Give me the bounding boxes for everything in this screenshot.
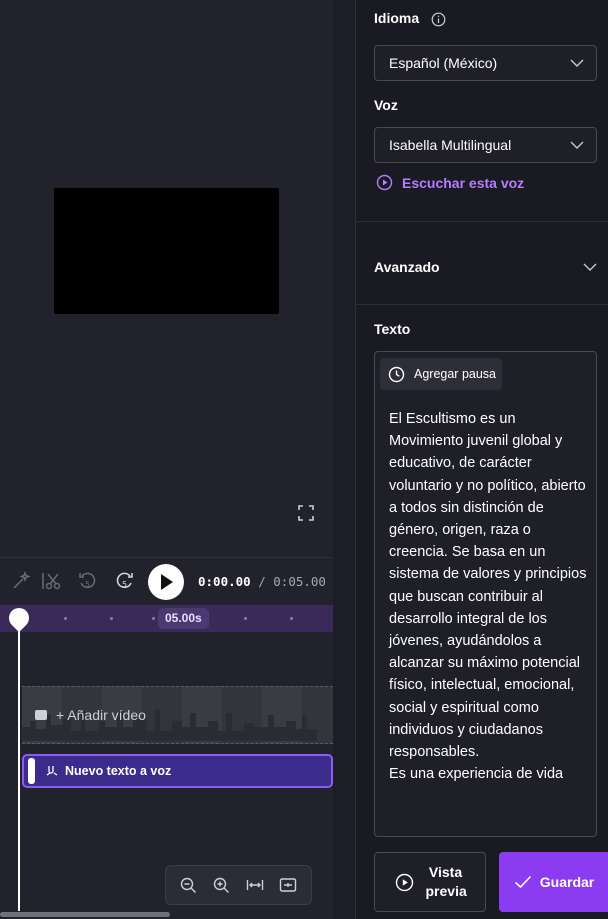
time-readout: 0:00.00 / 0:05.00 xyxy=(198,574,326,589)
info-icon[interactable] xyxy=(431,12,446,27)
check-icon xyxy=(514,875,531,889)
add-video-label: + Añadir vídeo xyxy=(56,707,146,723)
current-time: 0:00.00 xyxy=(198,574,251,589)
playhead-line[interactable] xyxy=(18,626,20,911)
timeline-ruler[interactable]: 05.00s xyxy=(0,605,333,632)
advanced-label: Avanzado xyxy=(374,259,440,275)
tts-clip-label: Nuevo texto a voz xyxy=(65,764,172,778)
ruler-tick xyxy=(64,617,67,620)
play-icon xyxy=(161,574,173,590)
video-canvas[interactable] xyxy=(54,188,279,314)
language-label: Idioma xyxy=(374,10,420,26)
text-label: Texto xyxy=(374,321,411,337)
editor-area: 5 5 0:00.00 / 0:05.00 05.00s + Añadir ví… xyxy=(0,0,333,919)
svg-text:5: 5 xyxy=(122,580,127,589)
voice-select[interactable]: Isabella Multilingual xyxy=(374,127,597,163)
chevron-down-icon xyxy=(570,59,584,67)
chevron-down-icon xyxy=(570,141,584,149)
fit-width-icon[interactable] xyxy=(245,875,265,895)
ruler-tick xyxy=(152,617,155,620)
total-time: / 0:05.00 xyxy=(258,574,326,589)
video-track[interactable]: + Añadir vídeo xyxy=(22,686,333,744)
tts-clip-label-wrap: Nuevo texto a voz xyxy=(45,764,171,778)
tts-settings-panel: Idioma Español (México) Voz Isabella Mul… xyxy=(355,0,608,919)
rewind-5s-icon[interactable]: 5 xyxy=(76,570,98,592)
add-pause-label: Agregar pausa xyxy=(414,367,497,381)
ruler-tick xyxy=(290,617,293,620)
playback-controls: 5 5 0:00.00 / 0:05.00 xyxy=(0,557,333,605)
language-select-value: Español (México) xyxy=(389,55,498,71)
tts-clip[interactable]: Nuevo texto a voz xyxy=(22,754,333,788)
play-button[interactable] xyxy=(148,564,184,600)
chevron-down-icon xyxy=(583,263,597,271)
svg-text:5: 5 xyxy=(85,580,90,589)
save-button-label: Guardar xyxy=(539,874,595,890)
clock-icon xyxy=(388,366,405,382)
play-circle-icon xyxy=(376,174,393,191)
ruler-time-label: 05.00s xyxy=(158,608,209,629)
script-textarea[interactable]: Agregar pausa El Escultismo es un Movimi… xyxy=(374,351,597,837)
text-to-speech-icon xyxy=(46,766,58,776)
preview-button[interactable]: Vista previa xyxy=(374,852,486,912)
ruler-tick xyxy=(244,617,247,620)
play-circle-icon xyxy=(395,873,413,891)
listen-voice-label: Escuchar esta voz xyxy=(402,174,525,191)
add-video-button[interactable]: + Añadir vídeo xyxy=(34,707,146,723)
voice-label: Voz xyxy=(374,97,398,113)
ruler-tick xyxy=(110,617,113,620)
preview-button-label: Vista previa xyxy=(425,864,467,899)
save-button[interactable]: Guardar xyxy=(499,852,608,912)
add-pause-button[interactable]: Agregar pausa xyxy=(380,358,503,390)
forward-5s-icon[interactable]: 5 xyxy=(114,570,136,592)
fullscreen-icon[interactable] xyxy=(297,504,315,522)
zoom-out-icon[interactable] xyxy=(179,875,199,895)
clip-trim-handle[interactable] xyxy=(28,758,35,784)
advanced-section-toggle[interactable]: Avanzado xyxy=(374,254,597,280)
zoom-in-icon[interactable] xyxy=(212,875,232,895)
voice-select-value: Isabella Multilingual xyxy=(389,137,512,153)
section-divider xyxy=(356,221,608,222)
fit-to-screen-icon[interactable] xyxy=(278,875,298,895)
language-select[interactable]: Español (México) xyxy=(374,45,597,81)
timeline-scrollbar[interactable] xyxy=(0,912,170,917)
film-icon xyxy=(35,710,47,720)
split-icon[interactable] xyxy=(40,570,62,592)
listen-voice-link[interactable]: Escuchar esta voz xyxy=(376,174,524,191)
zoom-controls xyxy=(165,865,312,905)
section-divider xyxy=(356,304,608,305)
script-text[interactable]: El Escultismo es un Movimiento juvenil g… xyxy=(389,408,589,785)
magic-wand-icon[interactable] xyxy=(10,570,32,592)
video-preview-area xyxy=(0,0,333,557)
